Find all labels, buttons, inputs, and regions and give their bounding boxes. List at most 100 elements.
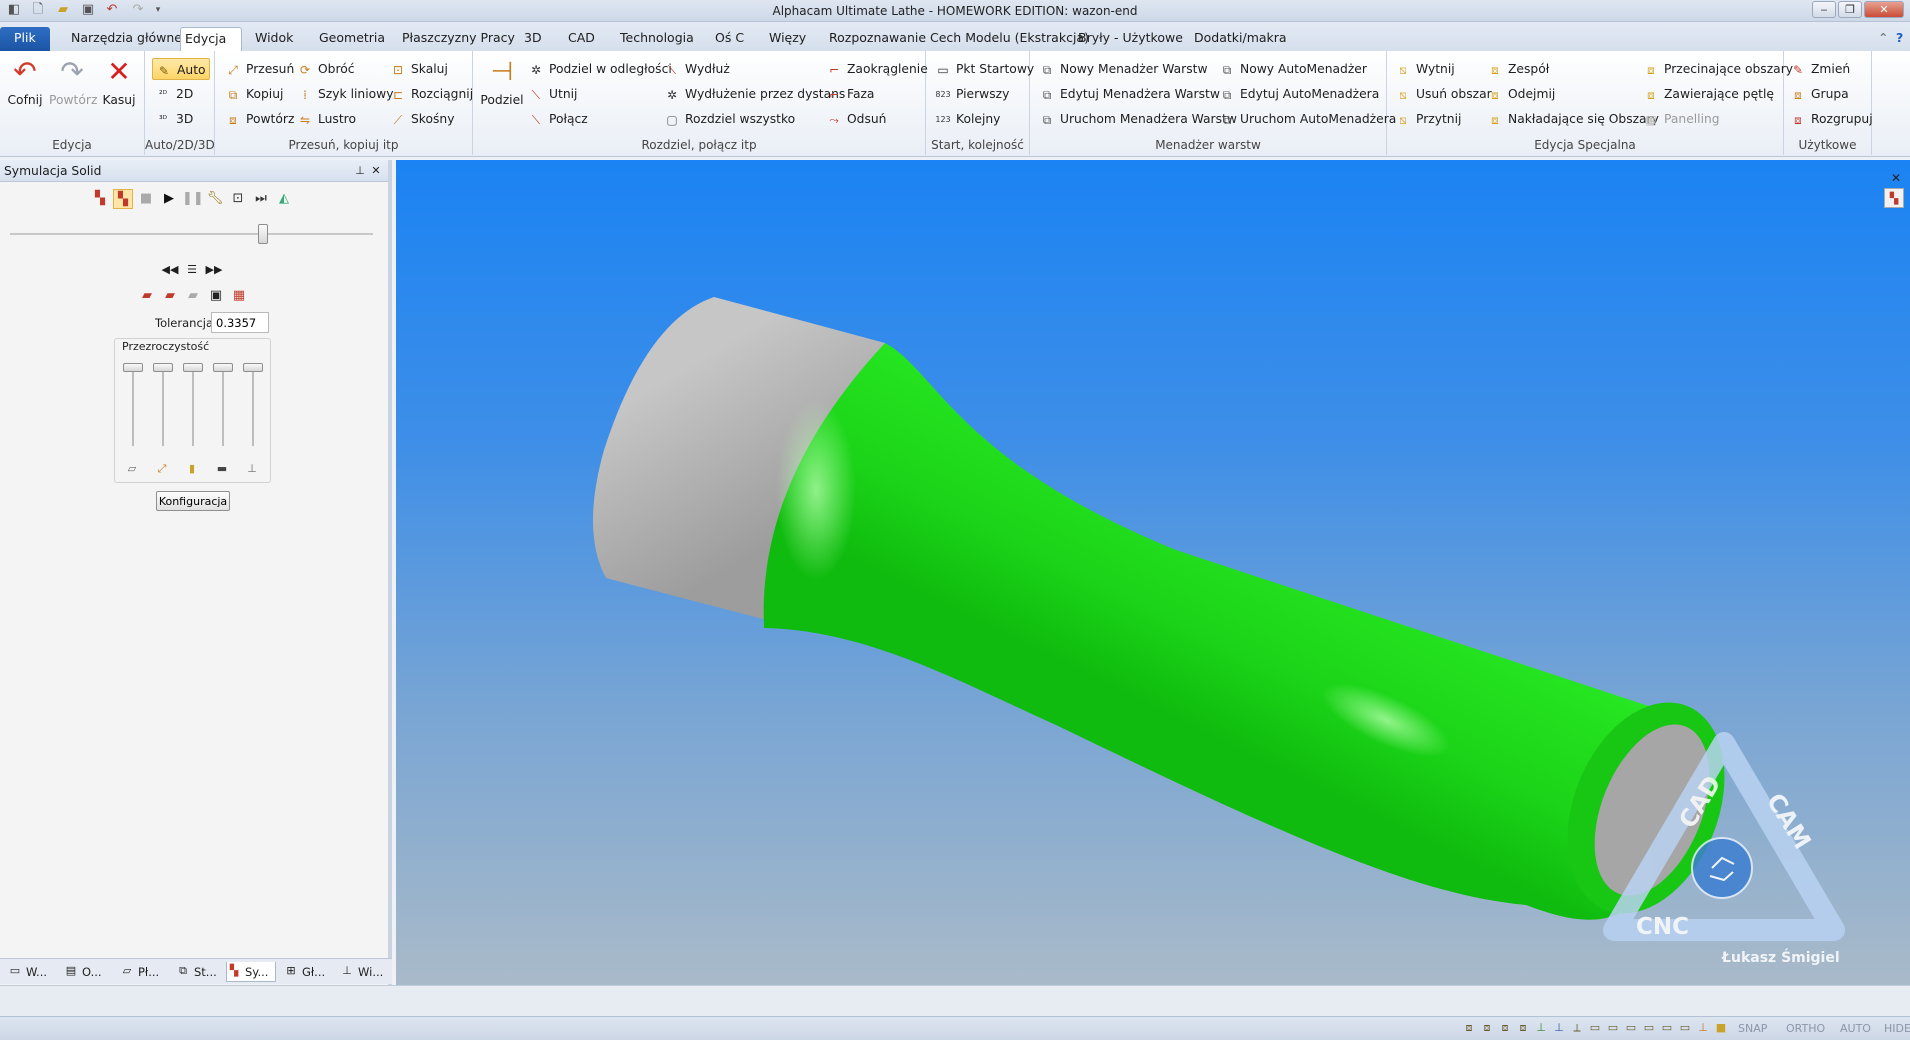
step-mode-icon[interactable]: ☰	[182, 260, 202, 280]
containing-loop-button[interactable]: ⧈ Zawierające pętlę	[1643, 83, 1774, 105]
run-layer-manager-button[interactable]: ⧉ Uruchom Menadżera Warstw	[1039, 108, 1237, 130]
play-icon[interactable]: ▶	[159, 189, 179, 209]
close-button[interactable]: ✕	[1864, 1, 1904, 18]
change-button[interactable]: ✎ Zmień	[1790, 58, 1850, 80]
tab-addins-macros[interactable]: Dodatki/makra	[1190, 27, 1291, 51]
fillet-button[interactable]: ⌐ Zaokrąglenie	[826, 58, 928, 80]
colors-icon[interactable]: ◭	[274, 189, 294, 209]
panel-tab-5[interactable]: ▚ Sy...	[226, 962, 276, 982]
compare-icon[interactable]: ▰	[183, 286, 203, 306]
hide-toggle[interactable]: HIDE	[1884, 1022, 1910, 1035]
transparency-slider-2[interactable]	[162, 366, 164, 446]
stock-icon[interactable]: ▰	[137, 286, 157, 306]
tab-view[interactable]: Widok	[251, 27, 297, 51]
status-icon[interactable]: ⧈	[1480, 1021, 1494, 1035]
overlapping-areas-button[interactable]: ⧈ Nakładające się Obszary	[1487, 108, 1659, 130]
ungroup-button[interactable]: ⧈ Rozgrupuj	[1790, 108, 1872, 130]
configuration-button[interactable]: Konfiguracja	[156, 491, 230, 511]
run-automanager-button[interactable]: ⧉ Uruchom AutoMenadżera	[1219, 108, 1397, 130]
transparency-thumb-3[interactable]	[183, 363, 203, 372]
status-icon[interactable]: ⟂	[1570, 1021, 1584, 1035]
simulate-all-icon[interactable]: ▚	[113, 189, 133, 209]
intersecting-areas-button[interactable]: ⧈ Przecinające obszary	[1643, 58, 1793, 80]
transparency-thumb-1[interactable]	[123, 363, 143, 372]
extend-button[interactable]: ⟍ Wydłuż	[664, 58, 730, 80]
group-button[interactable]: ⧈ Grupa	[1790, 83, 1849, 105]
undo-button[interactable]: ↶ Cofnij	[2, 55, 48, 107]
status-icon[interactable]: ▭	[1678, 1021, 1692, 1035]
transparency-thumb-4[interactable]	[213, 363, 233, 372]
tab-file[interactable]: Plik	[0, 27, 50, 51]
3d-button[interactable]: ³ᴰ 3D	[155, 108, 193, 130]
subtract-button[interactable]: ⧈ Odejmij	[1487, 83, 1555, 105]
repeat-button[interactable]: ⧈ Powtórz	[225, 108, 294, 130]
2d-button[interactable]: ²ᴰ 2D	[155, 83, 193, 105]
join-button[interactable]: ⟍ Połącz	[528, 108, 588, 130]
chamfer-button[interactable]: ⌐ Faza	[826, 83, 875, 105]
solid-icon[interactable]: ▰	[160, 286, 180, 306]
status-icon[interactable]: ⊥	[1696, 1021, 1710, 1035]
trim-area-button[interactable]: ⧅ Przytnij	[1395, 108, 1461, 130]
tab-workplanes[interactable]: Płaszczyzny Pracy	[398, 27, 519, 51]
status-icon[interactable]: ⧈	[1498, 1021, 1512, 1035]
rewind-icon[interactable]: ◀◀	[160, 260, 180, 280]
transparency-slider-1[interactable]	[132, 366, 134, 446]
status-icon[interactable]: ▭	[1660, 1021, 1674, 1035]
forward-icon[interactable]: ▶▶	[204, 260, 224, 280]
tab-3d[interactable]: 3D	[520, 27, 546, 51]
tab-cad[interactable]: CAD	[564, 27, 599, 51]
skew-button[interactable]: ⟋ Skośny	[390, 108, 455, 130]
edit-automanager-button[interactable]: ⧉ Edytuj AutoMenadżera	[1219, 83, 1380, 105]
transparency-slider-3[interactable]	[192, 366, 194, 446]
split-all-button[interactable]: ▢ Rozdziel wszystko	[664, 108, 795, 130]
restore-button[interactable]: ❐	[1838, 1, 1862, 18]
axis-icon[interactable]: ⊥	[1552, 1021, 1566, 1035]
auto-toggle[interactable]: AUTO	[1840, 1022, 1871, 1035]
step-next-icon[interactable]: ⏭︎	[251, 189, 271, 209]
new-layer-manager-button[interactable]: ⧉ Nowy Menadżer Warstw	[1039, 58, 1208, 80]
move-button[interactable]: ⤢ Przesuń	[225, 58, 294, 80]
start-point-button[interactable]: ▭ Pkt Startowy	[935, 58, 1034, 80]
speed-slider-track[interactable]	[10, 233, 373, 235]
panel-tab-6[interactable]: ⊞ Gł...	[284, 962, 325, 982]
axis-icon[interactable]: ⊥	[1534, 1021, 1548, 1035]
color-map-icon[interactable]: ▦	[229, 286, 249, 306]
minimize-button[interactable]: ‒	[1812, 1, 1836, 18]
speed-slider-thumb[interactable]	[258, 224, 268, 244]
delete-button[interactable]: ✕ Kasuj	[96, 55, 142, 107]
edit-layer-manager-button[interactable]: ⧉ Edytuj Menadżera Warstw	[1039, 83, 1220, 105]
tool-icon[interactable]: 🔧︎	[205, 189, 225, 209]
status-icon[interactable]: ■	[1714, 1021, 1728, 1035]
ortho-toggle[interactable]: ORTHO	[1786, 1022, 1825, 1035]
status-icon[interactable]: ▭	[1642, 1021, 1656, 1035]
save-stl-icon[interactable]: ▣	[206, 286, 226, 306]
panel-tab-7[interactable]: ⊥ Wi...	[340, 962, 383, 982]
trim-button[interactable]: ⟍ Utnij	[528, 83, 578, 105]
panel-tab-4[interactable]: ⧉ St...	[176, 962, 217, 982]
viewport-sim-icon[interactable]: ▚	[1884, 188, 1904, 208]
redo-button[interactable]: ↷ Powtórz	[49, 55, 97, 107]
transparency-slider-5[interactable]	[252, 366, 254, 446]
assembly-button[interactable]: ⧈ Zespół	[1487, 58, 1549, 80]
copy-button[interactable]: ⧉ Kopiuj	[225, 83, 284, 105]
help-icon[interactable]: ?	[1892, 27, 1907, 51]
panel-tab-2[interactable]: ▤ O...	[64, 962, 102, 982]
panel-tab-3[interactable]: ▱ Pł...	[120, 962, 159, 982]
graphics-viewport[interactable]: CAD CAM CNC Łukasz Śmigiel ✕ ▚	[396, 160, 1910, 985]
tab-edit[interactable]: Edycja	[180, 27, 242, 51]
remove-area-button[interactable]: ⧅ Usuń obszar	[1395, 83, 1492, 105]
pause-icon[interactable]: ❚❚	[182, 189, 204, 209]
ribbon-minimize-icon[interactable]: ⌃	[1874, 27, 1892, 51]
tab-geometry[interactable]: Geometria	[315, 27, 389, 51]
tab-feature-extraction[interactable]: Rozpoznawanie Cech Modelu (Ekstrakcja)	[825, 27, 1093, 51]
snap-toggle[interactable]: SNAP	[1738, 1022, 1767, 1035]
order-button[interactable]: 123 Kolejny	[935, 108, 1000, 130]
tolerance-input[interactable]	[211, 312, 269, 333]
tab-solids-utils[interactable]: Bryły - Użytkowe	[1074, 27, 1187, 51]
first-button[interactable]: 823 Pierwszy	[935, 83, 1009, 105]
tab-constraints[interactable]: Więzy	[765, 27, 810, 51]
status-icon[interactable]: ⧈	[1462, 1021, 1476, 1035]
transparency-slider-4[interactable]	[222, 366, 224, 446]
status-icon[interactable]: ▭	[1624, 1021, 1638, 1035]
transparency-thumb-2[interactable]	[153, 363, 173, 372]
